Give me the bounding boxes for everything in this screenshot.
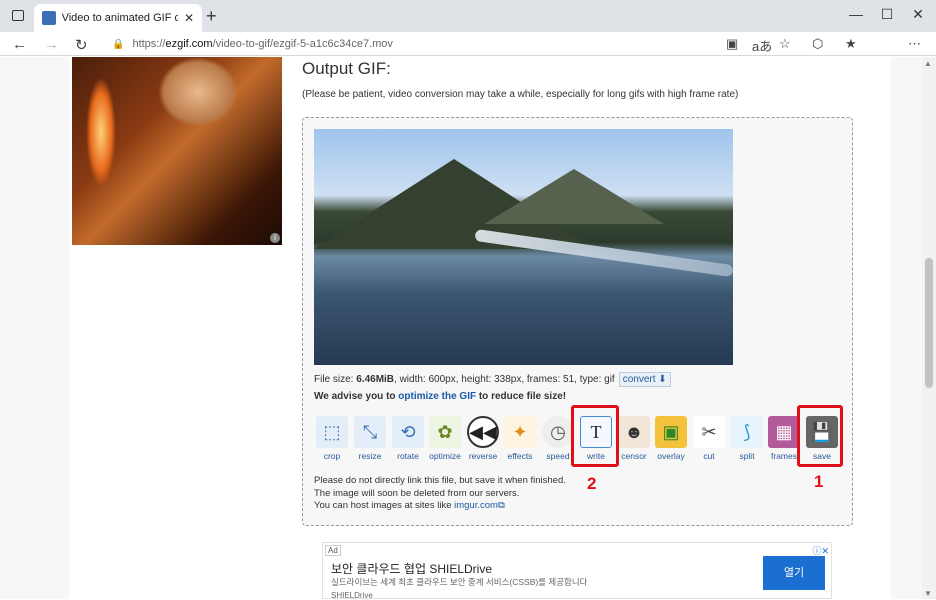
tool-rotate[interactable]: ⟲ rotate <box>390 412 426 464</box>
tool-crop[interactable]: ⬚ crop <box>314 412 350 464</box>
tool-reverse[interactable]: ◀◀ reverse <box>465 412 501 464</box>
convert-button[interactable]: convert ⬇ <box>618 372 671 387</box>
ad-title: 보안 클라우드 협업 SHIELDrive <box>331 562 493 576</box>
ad-open-button[interactable]: 열기 <box>763 556 825 590</box>
file-size-label: File size: <box>314 374 357 385</box>
tool-label: cut <box>703 451 715 461</box>
censor-icon: ☻ <box>618 416 650 448</box>
tab-title: Video to animated GIF converter <box>61 12 178 24</box>
extensions-icon[interactable]: ⬡ <box>812 36 823 52</box>
forward-icon: → <box>44 36 59 53</box>
tool-label: censor <box>621 451 647 461</box>
favicon-icon <box>42 11 56 25</box>
new-tab-icon[interactable]: + <box>206 6 217 27</box>
close-tab-icon[interactable]: ✕ <box>184 11 194 25</box>
tool-label: optimize <box>429 451 461 461</box>
scroll-up-icon[interactable]: ▲ <box>924 59 932 68</box>
tool-label: rotate <box>397 451 419 461</box>
tool-label: split <box>739 451 755 461</box>
imgur-link[interactable]: imgur.com <box>454 500 498 511</box>
step-number-1: 1 <box>814 472 824 491</box>
warning-line: The image will soon be deleted from our … <box>314 487 520 499</box>
url-host: ezgif.com <box>165 38 213 50</box>
tool-cut[interactable]: ✂ cut <box>691 412 727 464</box>
effects-icon: ✦ <box>504 416 536 448</box>
optimize-icon: ✿ <box>429 416 461 448</box>
tool-effects[interactable]: ✦ effects <box>502 412 538 464</box>
advertisement[interactable]: Ad ⓘ✕ 보안 클라우드 협업 SHIELDrive 실드라이브는 세계 최초… <box>322 542 832 600</box>
refresh-icon[interactable]: ↻ <box>75 36 88 54</box>
maximize-icon[interactable]: ☐ <box>872 6 902 23</box>
speed-icon: ◷ <box>542 416 574 448</box>
output-gif-image <box>314 129 733 365</box>
person-figure <box>158 57 238 127</box>
page-title: Output GIF: <box>302 59 391 78</box>
tool-label: overlay <box>657 451 685 461</box>
warning-line: You can host images at sites like <box>314 500 455 511</box>
url-path: /video-to-gif/ezgif-5-a1c6c34ce7.mov <box>212 38 393 50</box>
optimize-advice: We advise you to optimize the GIF to red… <box>314 391 566 402</box>
ad-badge: Ad <box>325 545 341 556</box>
add-favorite-icon[interactable]: ☆ <box>779 36 791 52</box>
scissors-icon: ✂ <box>693 416 725 448</box>
write-highlight-box <box>571 405 619 467</box>
close-window-icon[interactable]: ✕ <box>903 6 933 23</box>
tool-label: reverse <box>468 451 498 461</box>
crop-icon: ⬚ <box>316 416 348 448</box>
file-details: , width: 600px, height: 338px, frames: 5… <box>394 374 615 385</box>
tool-label: effects <box>507 451 533 461</box>
favorites-icon[interactable]: ★ <box>845 36 857 52</box>
external-link-icon: ⧉ <box>497 500 505 511</box>
scroll-down-icon[interactable]: ▼ <box>924 589 932 598</box>
reverse-icon: ◀◀ <box>467 416 499 448</box>
conversion-note: (Please be patient, video conversion may… <box>302 89 739 100</box>
resize-icon: ⤡ <box>354 416 386 448</box>
download-icon: ⬇ <box>658 374 667 385</box>
read-aloud-icon[interactable]: aあ <box>752 36 772 55</box>
tool-split[interactable]: ⟆ split <box>729 412 765 464</box>
file-info: File size: 6.46MiB, width: 600px, height… <box>314 372 671 387</box>
tool-optimize[interactable]: ✿ optimize <box>427 412 463 464</box>
save-highlight-box <box>797 405 843 467</box>
frames-icon: ▦ <box>768 416 800 448</box>
overlay-icon: ▣ <box>655 416 687 448</box>
info-icon[interactable]: i <box>270 233 280 243</box>
url-field[interactable]: 🔒 https://ezgif.com/video-to-gif/ezgif-5… <box>104 34 809 54</box>
minimize-icon[interactable]: — <box>841 6 871 22</box>
advise-post: to reduce file size! <box>476 391 567 402</box>
tool-label: crop <box>323 451 341 461</box>
split-icon: ⟆ <box>731 416 763 448</box>
torch-flame <box>86 77 116 187</box>
more-menu-icon[interactable]: ⋯ <box>908 36 921 52</box>
convert-label: convert <box>622 374 656 385</box>
reader-view-icon[interactable]: ▣ <box>726 36 738 52</box>
tool-label: resize <box>358 451 382 461</box>
rotate-icon: ⟲ <box>392 416 424 448</box>
browser-titlebar: Video to animated GIF converter ✕ + — ☐ … <box>0 0 936 32</box>
file-size-value: 6.46MiB <box>356 374 395 385</box>
input-video-preview: i <box>72 57 282 245</box>
optimize-link[interactable]: optimize the GIF <box>398 391 476 402</box>
browser-tab[interactable]: Video to animated GIF converter ✕ <box>34 4 202 32</box>
warning-line: Please do not directly link this file, b… <box>314 475 566 486</box>
lock-icon: 🔒 <box>112 38 125 50</box>
tool-resize[interactable]: ⤡ resize <box>352 412 388 464</box>
url-prefix: https:// <box>132 38 166 50</box>
back-icon[interactable]: ← <box>12 36 27 53</box>
mountain-shape <box>484 169 664 224</box>
tool-overlay[interactable]: ▣ overlay <box>653 412 689 464</box>
address-toolbar: ← → ↻ 🔒 https://ezgif.com/video-to-gif/e… <box>0 32 936 84</box>
warning-text: Please do not directly link this file, b… <box>314 475 566 513</box>
boat-wake <box>474 228 733 278</box>
tool-censor[interactable]: ☻ censor <box>616 412 652 464</box>
advise-pre: We advise you to <box>314 391 399 402</box>
tab-actions-icon[interactable] <box>12 10 24 21</box>
step-number-2: 2 <box>587 474 597 493</box>
ad-subtitle: 실드라이브는 세계 최초 클라우드 보안 중계 서비스(CSSB)를 제공합니다 <box>331 577 588 587</box>
scrollbar-thumb[interactable] <box>925 258 933 388</box>
